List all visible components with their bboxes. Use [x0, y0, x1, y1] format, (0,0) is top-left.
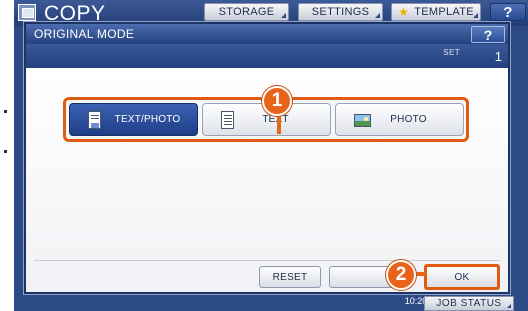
storage-label: STORAGE — [218, 6, 275, 18]
edge-mark — [4, 110, 7, 113]
template-button[interactable]: ★ TEMPLATE — [391, 3, 481, 21]
template-label: TEMPLATE — [414, 6, 474, 18]
mode-label: TEXT/PHOTO — [114, 114, 181, 125]
dialog-title-bar: ORIGINAL MODE ? — [26, 24, 508, 44]
original-mode-dialog: ORIGINAL MODE ? SET 1 TEXT/PHOTO TEXT PH… — [24, 22, 510, 294]
dialog-help-button[interactable]: ? — [471, 26, 505, 43]
edge-mark — [4, 150, 7, 153]
settings-label: SETTINGS — [311, 6, 370, 18]
corner-indicator-icon — [473, 13, 478, 18]
settings-button[interactable]: SETTINGS — [298, 3, 383, 21]
set-value: 1 — [494, 49, 502, 64]
job-status-button[interactable]: JOB STATUS — [424, 296, 514, 311]
set-label: SET — [443, 48, 460, 57]
photo-mode-button[interactable]: PHOTO — [335, 103, 464, 136]
callout-1-marker: 1 — [262, 86, 292, 116]
mode-label: PHOTO — [390, 114, 427, 125]
corner-indicator-icon — [507, 304, 511, 308]
corner-indicator-icon — [281, 13, 286, 18]
callout-2-marker: 2 — [386, 260, 416, 290]
ok-button[interactable]: OK — [424, 264, 500, 290]
job-status-label: JOB STATUS — [436, 298, 502, 309]
device-frame: COPY STORAGE SETTINGS ★ TEMPLATE ? 10:20… — [0, 0, 528, 311]
reset-button[interactable]: RESET — [259, 266, 321, 288]
dialog-title: ORIGINAL MODE — [34, 27, 135, 41]
star-icon: ★ — [398, 5, 410, 19]
text-photo-mode-button[interactable]: TEXT/PHOTO — [69, 103, 198, 136]
storage-button[interactable]: STORAGE — [204, 3, 289, 21]
dialog-info-bar: SET 1 — [26, 44, 508, 68]
corner-indicator-icon — [375, 13, 380, 18]
mode-label: TEXT — [262, 114, 289, 125]
copy-icon — [18, 4, 36, 21]
screen-left-edge — [0, 0, 14, 311]
divider — [34, 260, 500, 261]
callout-1-connector — [277, 114, 281, 134]
help-button[interactable]: ? — [490, 3, 526, 21]
